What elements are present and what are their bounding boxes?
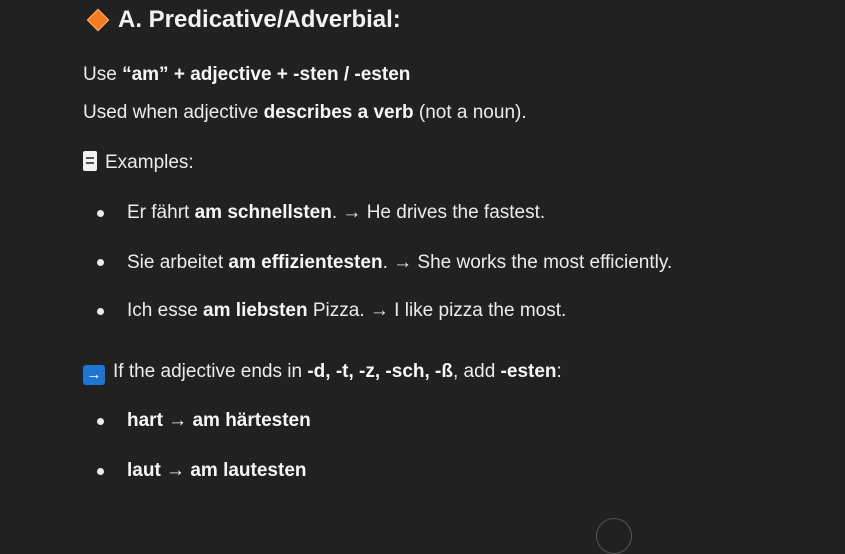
bullet-icon [97,468,104,475]
note-prefix: If the adjective ends in [113,361,308,382]
note-colon: : [556,361,562,382]
bullet-icon [97,210,104,217]
rule-line: Use “am” + adjective + -sten / -esten [83,62,410,88]
example-bold: am schnellsten [194,202,332,223]
example-text: Er fährt [127,202,195,223]
example-translation: . → He drives the fastest. [331,202,546,223]
note-endings: -d, -t, -z, -sch, -ß [307,361,453,382]
section-heading: A. Predicative/Adverbial: [86,6,401,34]
usage-suffix: (not a noun). [413,102,527,123]
example-bold: am liebsten [203,300,308,321]
note-mid: , add [453,361,501,382]
esten-example: hart → am härtesten [127,410,311,431]
usage-bold: describes a verb [263,102,414,123]
scroll-icon [83,151,97,171]
example-translation: . → She works the most efficiently. [382,252,673,273]
note-suffix: -esten [500,361,557,382]
usage-prefix: Used when adjective [83,102,264,123]
usage-line: Used when adjective describes a verb (no… [83,100,527,126]
note-line: → If the adjective ends in -d, -t, -z, -s… [83,359,562,385]
orange-diamond-icon [86,8,110,32]
example-bold: am effizientesten [228,252,383,273]
bullet-icon [97,308,104,315]
right-arrow-icon: → [83,365,105,385]
list-item: Er fährt am schnellsten. → He drives the… [127,200,545,226]
list-item: hart → am härtesten [127,408,311,434]
examples-label: Examples: [105,152,194,173]
example-text: Ich esse [127,300,204,321]
esten-example: laut → am lautesten [127,460,307,481]
examples-label-line: Examples: [83,150,194,176]
list-item: laut → am lautesten [127,458,307,484]
rule-prefix: Use [83,64,123,85]
scroll-down-button[interactable] [596,518,632,554]
section-title: A. Predicative/Adverbial: [118,6,401,33]
list-item: Sie arbeitet am effizientesten. → She wo… [127,250,672,276]
example-translation: Pizza. → I like pizza the most. [307,300,567,321]
rule-formula: “am” + adjective + -sten / -esten [122,64,411,85]
list-item: Ich esse am liebsten Pizza. → I like piz… [127,298,566,324]
bullet-icon [97,418,104,425]
example-text: Sie arbeitet [127,252,229,273]
bullet-icon [97,259,104,266]
